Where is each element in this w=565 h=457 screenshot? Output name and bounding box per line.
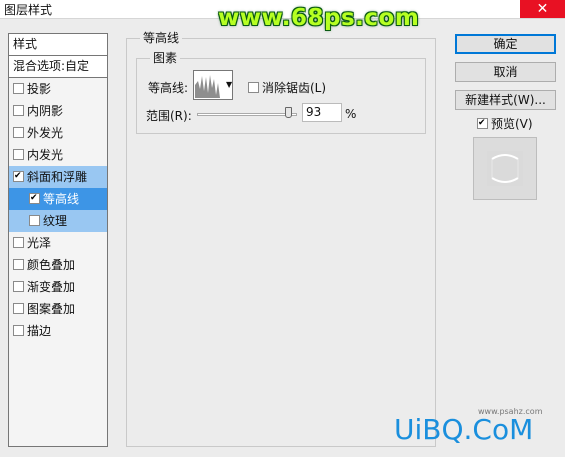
preview-option[interactable]: 预览(V) [477, 115, 533, 132]
range-slider-track[interactable] [197, 113, 297, 116]
checkbox[interactable] [13, 127, 24, 138]
style-item-inner-shadow[interactable]: 内阴影 [9, 100, 107, 122]
style-item-label: 图案叠加 [27, 302, 76, 316]
watermark-bottom: UiBQ.CoM [394, 413, 534, 446]
style-item-label: 光泽 [27, 236, 52, 250]
checkbox[interactable] [13, 303, 24, 314]
styles-header-label: 样式 [13, 37, 38, 51]
checkbox[interactable] [13, 149, 24, 160]
checkbox[interactable] [13, 105, 24, 116]
checkbox[interactable] [13, 325, 24, 336]
anti-alias-checkbox[interactable] [248, 82, 259, 93]
checkbox[interactable] [13, 237, 24, 248]
style-item-label: 纹理 [43, 214, 68, 228]
close-button[interactable]: ✕ [520, 0, 565, 18]
style-item-drop-shadow[interactable]: 投影 [9, 78, 107, 100]
style-item-texture[interactable]: 纹理 [9, 210, 107, 232]
watermark-top: www.68ps.com [218, 5, 420, 31]
anti-alias-label: 消除锯齿(L) [262, 81, 327, 95]
checkbox[interactable] [13, 281, 24, 292]
range-unit: % [345, 107, 357, 121]
style-item-label: 外发光 [27, 126, 64, 140]
style-item-label: 颜色叠加 [27, 258, 76, 272]
checkbox-checked[interactable] [29, 193, 40, 204]
style-item-contour[interactable]: 等高线 [9, 188, 107, 210]
style-item-label: 斜面和浮雕 [27, 170, 88, 184]
ok-button[interactable]: 确定 [455, 34, 556, 54]
style-item-satin[interactable]: 光泽 [9, 232, 107, 254]
preview-bevel-icon [491, 154, 519, 183]
close-icon: ✕ [536, 1, 549, 17]
style-item-outer-glow[interactable]: 外发光 [9, 122, 107, 144]
preview-swatch [487, 151, 523, 186]
contour-group-title: 等高线 [140, 29, 183, 46]
style-item-inner-glow[interactable]: 内发光 [9, 144, 107, 166]
checkbox[interactable] [13, 83, 24, 94]
style-item-label: 等高线 [43, 192, 80, 206]
style-item-stroke[interactable]: 描边 [9, 320, 107, 342]
preview-checkbox[interactable] [477, 118, 488, 129]
style-item-label: 内发光 [27, 148, 64, 162]
window-title: 图层样式 [4, 3, 53, 17]
anti-alias-option[interactable]: 消除锯齿(L) [248, 79, 326, 96]
elements-group-title: 图素 [150, 49, 181, 66]
styles-header[interactable]: 样式 [9, 34, 107, 56]
style-item-label: 内阴影 [27, 104, 64, 118]
style-item-label: 渐变叠加 [27, 280, 76, 294]
style-item-pattern-overlay[interactable]: 图案叠加 [9, 298, 107, 320]
range-input[interactable]: 93 [302, 103, 342, 122]
blend-options-label: 混合选项:自定 [13, 59, 90, 73]
new-style-button[interactable]: 新建样式(W)... [455, 90, 556, 110]
checkbox-checked[interactable] [13, 171, 24, 182]
range-label: 范围(R): [146, 109, 192, 123]
preview-label: 预览(V) [491, 117, 533, 131]
preview-thumbnail [473, 137, 537, 200]
chevron-down-icon[interactable]: ▼ [226, 80, 232, 89]
style-item-label: 描边 [27, 324, 52, 338]
checkbox[interactable] [29, 215, 40, 226]
styles-panel: 样式 混合选项:自定 投影 内阴影 外发光 内发光 斜面和浮雕 等高线 纹理 光… [8, 33, 108, 447]
checkbox[interactable] [13, 259, 24, 270]
blend-options-item[interactable]: 混合选项:自定 [9, 56, 107, 78]
range-slider-handle[interactable] [285, 107, 292, 118]
style-item-label: 投影 [27, 82, 52, 96]
style-item-bevel-emboss[interactable]: 斜面和浮雕 [9, 166, 107, 188]
contour-label: 等高线: [148, 81, 189, 95]
watermark-url: www.psahz.com [478, 407, 543, 416]
style-item-gradient-overlay[interactable]: 渐变叠加 [9, 276, 107, 298]
style-item-color-overlay[interactable]: 颜色叠加 [9, 254, 107, 276]
cancel-button[interactable]: 取消 [455, 62, 556, 82]
